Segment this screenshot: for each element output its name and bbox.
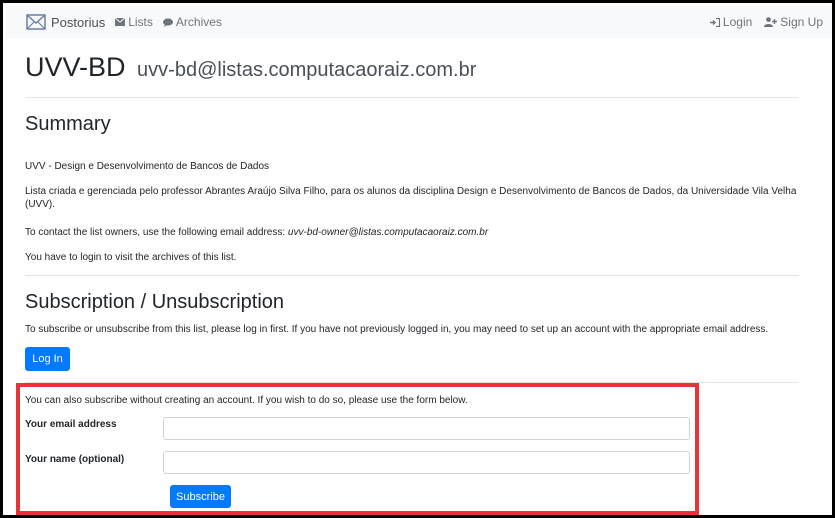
brand-label: Postorius: [51, 14, 106, 30]
envelope-logo-icon: [26, 14, 46, 30]
envelope-icon: [115, 18, 126, 26]
browser-frame: Postorius Lists Archives Login Sign Up U…: [0, 0, 835, 518]
login-button[interactable]: Log In: [25, 347, 70, 371]
owner-email: uvv-bd-owner@listas.computacaoraiz.com.b…: [287, 227, 489, 238]
user-plus-icon: [764, 17, 778, 27]
owner-contact: To contact the list owners, use the foll…: [25, 226, 799, 239]
subscription-intro: To subscribe or unsubscribe from this li…: [25, 324, 769, 335]
nav-lists-label: Lists: [128, 15, 153, 29]
nav-auth: Login Sign Up: [698, 15, 823, 29]
list-display-name: UVV - Design e Desenvolvimento de Bancos…: [25, 161, 270, 172]
nav-signup-label: Sign Up: [780, 15, 823, 29]
subscription-heading: Subscription / Unsubscription: [25, 291, 285, 313]
divider: [25, 275, 799, 276]
brand-link[interactable]: Postorius: [26, 14, 105, 30]
divider: [25, 97, 799, 98]
list-name: UVV-BD: [25, 52, 126, 82]
list-description: Lista criada e gerenciada pelo professor…: [25, 186, 797, 210]
nav-archives-label: Archives: [175, 15, 222, 29]
archives-note: You have to login to visit the archives …: [25, 252, 237, 263]
nav-login[interactable]: Login: [709, 15, 753, 29]
summary-heading: Summary: [25, 113, 111, 135]
comment-icon: [162, 17, 173, 27]
sign-in-icon: [709, 17, 720, 27]
nav-lists[interactable]: Lists: [115, 15, 153, 29]
nav-signup[interactable]: Sign Up: [764, 15, 823, 29]
nav-login-label: Login: [722, 15, 753, 29]
highlight-box: [16, 383, 699, 515]
navbar: Postorius Lists Archives Login Sign Up: [6, 6, 832, 38]
nav-archives[interactable]: Archives: [162, 15, 222, 29]
page-title: UVV-BD uvv-bd@listas.computacaoraiz.com.…: [25, 52, 476, 83]
owner-contact-text: To contact the list owners, use the foll…: [25, 227, 288, 238]
list-address: uvv-bd@listas.computacaoraiz.com.br: [137, 59, 477, 81]
